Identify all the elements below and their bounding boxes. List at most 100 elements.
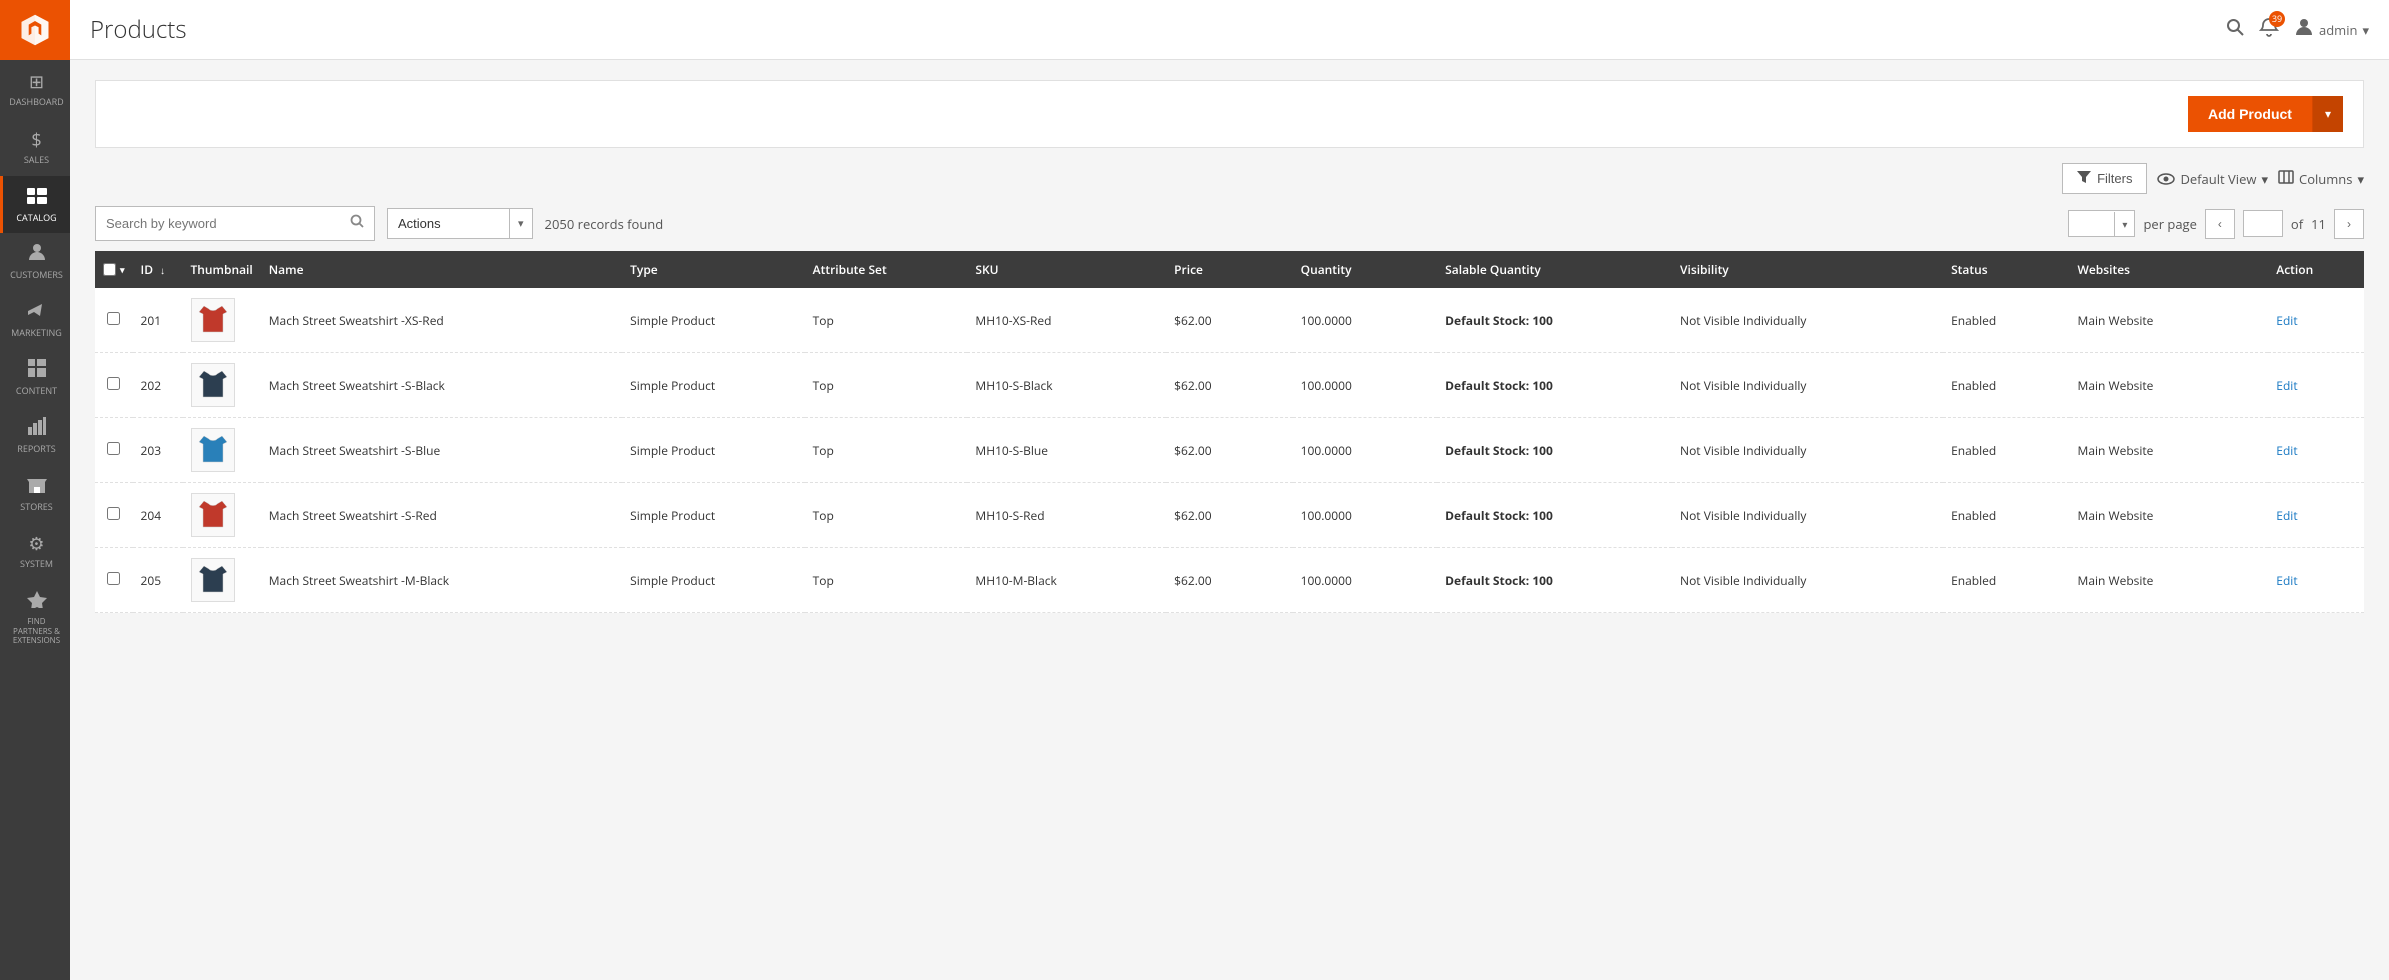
- sidebar-item-label: STORES: [20, 502, 52, 513]
- row-edit-link[interactable]: Edit: [2276, 572, 2297, 589]
- row-checkbox[interactable]: [107, 442, 120, 455]
- notification-button[interactable]: 39: [2259, 17, 2279, 43]
- row-action: Edit: [2268, 483, 2364, 548]
- row-checkbox-cell: [95, 288, 133, 353]
- actions-dropdown-arrow[interactable]: ▾: [509, 209, 532, 238]
- page-of-label: of: [2291, 215, 2303, 233]
- sidebar-item-reports[interactable]: REPORTS: [0, 407, 70, 465]
- checkbox-dropdown-arrow[interactable]: ▾: [120, 263, 125, 276]
- table-header-row: ▾ ID ↓ Thumbnail Name: [95, 251, 2364, 288]
- per-page-select: 200 ▾: [2068, 210, 2135, 237]
- sidebar-item-catalog[interactable]: CATALOG: [0, 176, 70, 234]
- search-input[interactable]: [106, 216, 350, 231]
- reports-icon: [28, 417, 46, 441]
- row-type: Simple Product: [622, 483, 805, 548]
- th-visibility[interactable]: Visibility: [1672, 251, 1943, 288]
- row-checkbox[interactable]: [107, 572, 120, 585]
- header-search-icon[interactable]: [2226, 18, 2244, 42]
- add-product-group: Add Product ▾: [2188, 96, 2343, 132]
- sidebar-item-label: CONTENT: [16, 386, 57, 397]
- actions-dropdown[interactable]: Actions Delete Change Status Update Attr…: [388, 209, 509, 238]
- th-sku-label: SKU: [975, 261, 998, 278]
- default-view-select[interactable]: Default View ▾: [2157, 168, 2268, 190]
- columns-button[interactable]: Columns ▾: [2278, 170, 2364, 188]
- per-page-arrow[interactable]: ▾: [2114, 212, 2134, 236]
- th-type[interactable]: Type: [622, 251, 805, 288]
- sidebar-item-content[interactable]: CONTENT: [0, 349, 70, 407]
- sidebar-item-marketing[interactable]: MARKETING: [0, 291, 70, 349]
- row-checkbox-cell: [95, 418, 133, 483]
- th-salable-quantity[interactable]: Salable Quantity: [1437, 251, 1672, 288]
- row-websites: Main Website: [2070, 418, 2269, 483]
- th-price[interactable]: Price: [1166, 251, 1292, 288]
- row-quantity: 100.0000: [1293, 353, 1438, 418]
- row-id: 205: [133, 548, 183, 613]
- admin-menu[interactable]: admin ▾: [2294, 17, 2369, 43]
- row-action: Edit: [2268, 353, 2364, 418]
- th-name[interactable]: Name: [261, 251, 622, 288]
- content-area: Add Product ▾ Filters: [70, 60, 2389, 980]
- th-quantity-label: Quantity: [1301, 261, 1352, 278]
- th-websites[interactable]: Websites: [2070, 251, 2269, 288]
- product-thumbnail: [191, 363, 235, 407]
- th-price-label: Price: [1174, 261, 1203, 278]
- add-product-button[interactable]: Add Product: [2188, 96, 2312, 132]
- row-checkbox[interactable]: [107, 507, 120, 520]
- sidebar-item-system[interactable]: ⚙ SYSTEM: [0, 522, 70, 580]
- admin-icon: [2294, 17, 2314, 43]
- row-edit-link[interactable]: Edit: [2276, 312, 2297, 329]
- products-table: ▾ ID ↓ Thumbnail Name: [95, 251, 2364, 613]
- row-edit-link[interactable]: Edit: [2276, 442, 2297, 459]
- total-pages-label: 11: [2311, 215, 2326, 233]
- row-name: Mach Street Sweatshirt -S-Blue: [261, 418, 622, 483]
- current-page-input[interactable]: 2: [2243, 210, 2283, 237]
- prev-page-button[interactable]: ‹: [2205, 209, 2235, 239]
- sidebar-item-label: DASHBOARD: [9, 97, 63, 108]
- sidebar-item-find[interactable]: FIND PARTNERS & EXTENSIONS: [0, 580, 70, 656]
- select-all-checkbox[interactable]: [103, 263, 116, 276]
- row-checkbox[interactable]: [107, 312, 120, 325]
- row-id: 202: [133, 353, 183, 418]
- row-checkbox[interactable]: [107, 377, 120, 390]
- content-icon: [28, 359, 46, 383]
- filter-icon: [2077, 171, 2091, 186]
- th-sku[interactable]: SKU: [967, 251, 1166, 288]
- row-status: Enabled: [1943, 548, 2069, 613]
- sidebar-item-dashboard[interactable]: ⊞ DASHBOARD: [0, 60, 70, 118]
- row-salable-quantity: Default Stock: 100: [1437, 288, 1672, 353]
- row-thumbnail: [183, 353, 261, 418]
- logo[interactable]: [0, 0, 70, 60]
- row-edit-link[interactable]: Edit: [2276, 377, 2297, 394]
- row-salable-quantity: Default Stock: 100: [1437, 418, 1672, 483]
- search-icon[interactable]: [350, 214, 364, 233]
- th-attribute-set[interactable]: Attribute Set: [805, 251, 968, 288]
- th-quantity[interactable]: Quantity: [1293, 251, 1438, 288]
- sidebar-item-label: REPORTS: [17, 444, 55, 455]
- stores-icon: [27, 475, 47, 499]
- add-product-dropdown-button[interactable]: ▾: [2312, 96, 2343, 132]
- th-websites-label: Websites: [2078, 261, 2130, 278]
- per-page-input[interactable]: 200: [2069, 211, 2114, 236]
- sidebar-item-label: CUSTOMERS: [10, 270, 63, 281]
- columns-label: Columns: [2299, 170, 2352, 188]
- th-name-label: Name: [269, 261, 304, 278]
- row-websites: Main Website: [2070, 483, 2269, 548]
- sidebar-item-label: SALES: [24, 155, 49, 166]
- th-id[interactable]: ID ↓: [133, 251, 183, 288]
- row-websites: Main Website: [2070, 288, 2269, 353]
- next-page-button[interactable]: ›: [2334, 209, 2364, 239]
- filters-button[interactable]: Filters: [2062, 163, 2147, 194]
- row-price: $62.00: [1166, 353, 1292, 418]
- row-type: Simple Product: [622, 353, 805, 418]
- view-chevron-icon: ▾: [2261, 170, 2268, 188]
- row-attribute-set: Top: [805, 353, 968, 418]
- row-edit-link[interactable]: Edit: [2276, 507, 2297, 524]
- product-thumbnail: [191, 428, 235, 472]
- th-status[interactable]: Status: [1943, 251, 2069, 288]
- sidebar-item-sales[interactable]: $ SALES: [0, 118, 70, 176]
- row-sku: MH10-S-Blue: [967, 418, 1166, 483]
- sidebar-item-customers[interactable]: CUSTOMERS: [0, 233, 70, 291]
- row-type: Simple Product: [622, 548, 805, 613]
- sidebar-item-label: FIND PARTNERS & EXTENSIONS: [8, 617, 65, 646]
- sidebar-item-stores[interactable]: STORES: [0, 465, 70, 523]
